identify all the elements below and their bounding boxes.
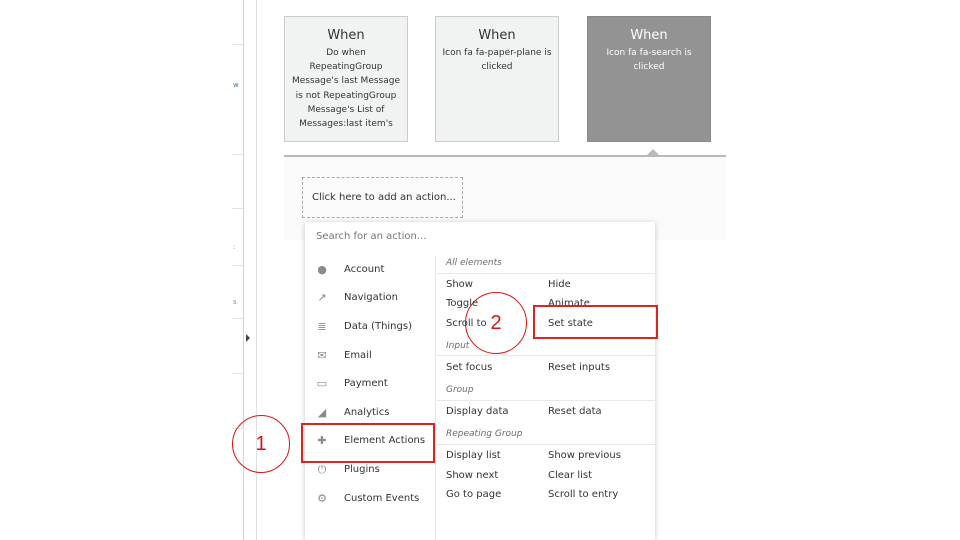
divider [232, 208, 243, 209]
category-label: Payment [344, 378, 388, 389]
category-payment[interactable]: ▭ Payment [305, 371, 435, 397]
database-icon: ≣ [317, 320, 327, 333]
divider [232, 318, 243, 319]
action-display-data[interactable]: Display data [446, 406, 509, 417]
action-show-previous[interactable]: Show previous [548, 450, 621, 461]
category-custom-events[interactable]: ⚙ Custom Events [305, 486, 435, 512]
event-card-description: Do when RepeatingGroup Message's last Me… [291, 48, 400, 130]
action-reset-data[interactable]: Reset data [548, 406, 602, 417]
event-card-paper-plane[interactable]: When Icon fa fa-paper-plane is clicked [435, 16, 559, 142]
category-label: Account [344, 264, 385, 275]
category-navigation[interactable]: ↗ Navigation [305, 285, 435, 311]
user-circle-icon: ● [317, 263, 327, 276]
share-icon: ↗ [317, 291, 327, 304]
event-card-title: When [630, 28, 668, 43]
divider [437, 273, 655, 274]
category-list: ● Account ↗ Navigation ≣ Data (Things) ✉… [305, 256, 436, 540]
category-data-things[interactable]: ≣ Data (Things) [305, 314, 435, 340]
divider [232, 373, 243, 374]
action-hide[interactable]: Hide [548, 279, 571, 290]
credit-card-icon: ▭ [316, 377, 328, 390]
annotation-circle-1: 1 [232, 415, 290, 473]
section-header-repeating-group: Repeating Group [446, 429, 523, 439]
event-card-repeating-group[interactable]: When Do when RepeatingGroup Message's la… [284, 16, 408, 142]
cogs-icon: ⚙ [317, 492, 327, 505]
action-display-list[interactable]: Display list [446, 450, 501, 461]
action-show-next[interactable]: Show next [446, 470, 498, 481]
action-search-input[interactable] [316, 226, 646, 248]
category-label: Email [344, 350, 372, 361]
event-card-title: When [327, 28, 365, 43]
plug-icon: ⏻ [317, 463, 327, 476]
divider [437, 400, 655, 401]
left-panel-fragment: : [233, 243, 236, 251]
envelope-icon: ✉ [317, 349, 327, 362]
left-panel-fragment: s [233, 298, 237, 306]
area-chart-icon: ◢ [317, 406, 327, 419]
action-scroll-to-entry[interactable]: Scroll to entry [548, 489, 618, 500]
left-panel: w : s [0, 0, 244, 540]
event-card-description: Icon fa fa-paper-plane is clicked [442, 48, 552, 73]
annotation-highlight-element-actions [301, 423, 435, 463]
left-panel-fragment: w [233, 81, 239, 89]
section-header-group: Group [446, 385, 474, 395]
category-account[interactable]: ● Account [305, 257, 435, 283]
action-go-to-page[interactable]: Go to page [446, 489, 501, 500]
divider [232, 154, 243, 155]
category-label: Navigation [344, 292, 398, 303]
divider [437, 444, 655, 445]
section-header-all-elements: All elements [446, 258, 502, 268]
annotation-circle-2: 2 [465, 292, 527, 354]
category-email[interactable]: ✉ Email [305, 343, 435, 369]
add-action-button[interactable]: Click here to add an action... [302, 177, 463, 218]
action-set-focus[interactable]: Set focus [446, 362, 492, 373]
expand-arrow-icon[interactable] [246, 334, 250, 342]
action-reset-inputs[interactable]: Reset inputs [548, 362, 610, 373]
category-label: Custom Events [344, 493, 420, 504]
divider [437, 355, 655, 356]
divider [232, 265, 243, 266]
annotation-number: 2 [490, 312, 502, 334]
category-label: Data (Things) [344, 321, 412, 332]
event-card-search-selected[interactable]: When Icon fa fa-search is clicked [587, 16, 711, 142]
event-card-description: Icon fa fa-search is clicked [606, 48, 692, 73]
annotation-highlight-set-state [533, 305, 658, 339]
action-show[interactable]: Show [446, 279, 473, 290]
divider [232, 44, 243, 45]
annotation-number: 1 [255, 433, 267, 455]
event-card-title: When [478, 28, 516, 43]
action-clear-list[interactable]: Clear list [548, 470, 592, 481]
